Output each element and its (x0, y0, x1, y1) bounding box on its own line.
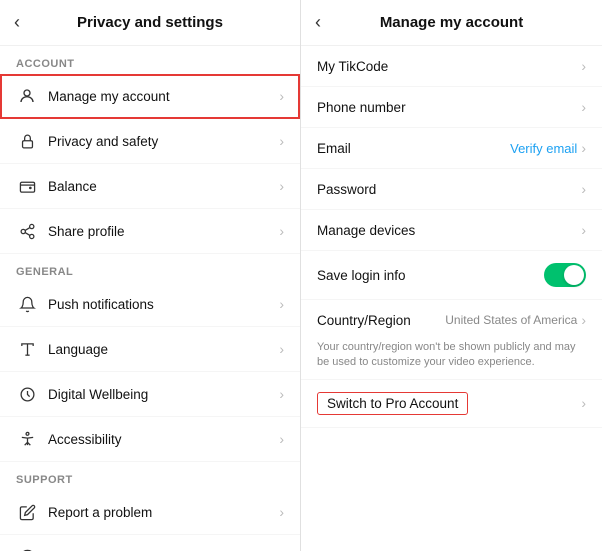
section-label-general: GENERAL (0, 254, 300, 282)
save-login-info-label: Save login info (317, 268, 544, 283)
left-panel-title: Privacy and settings (77, 14, 223, 31)
section-label-account: ACCOUNT (0, 46, 300, 74)
manage-devices-label: Manage devices (317, 223, 581, 238)
my-tikcode-label: My TikCode (317, 59, 581, 74)
chevron-icon: › (581, 222, 586, 238)
phone-number-label: Phone number (317, 100, 581, 115)
accessibility-icon (16, 428, 38, 450)
menu-item-accessibility[interactable]: Accessibility › (0, 417, 300, 462)
menu-item-help-center[interactable]: Help Center › (0, 535, 300, 551)
manage-my-account-label: Manage my account (48, 89, 279, 104)
chevron-icon: › (279, 178, 284, 194)
chevron-icon: › (279, 296, 284, 312)
pencil-icon (16, 501, 38, 523)
language-label: Language (48, 342, 279, 357)
menu-item-privacy-safety[interactable]: Privacy and safety › (0, 119, 300, 164)
menu-item-digital-wellbeing[interactable]: Digital Wellbeing › (0, 372, 300, 417)
push-notifications-label: Push notifications (48, 297, 279, 312)
chevron-icon: › (581, 99, 586, 115)
menu-item-manage-my-account[interactable]: Manage my account › (0, 74, 300, 119)
wallet-icon (16, 175, 38, 197)
chevron-icon: › (279, 341, 284, 357)
chevron-icon: › (581, 181, 586, 197)
right-item-country-region[interactable]: Country/Region United States of America … (301, 300, 602, 380)
menu-item-share-profile[interactable]: Share profile › (0, 209, 300, 254)
section-label-support: SUPPORT (0, 462, 300, 490)
share-icon (16, 220, 38, 242)
right-item-email[interactable]: Email Verify email › (301, 128, 602, 169)
chevron-icon: › (581, 312, 586, 328)
chevron-icon: › (581, 140, 586, 156)
right-item-phone-number[interactable]: Phone number › (301, 87, 602, 128)
clock-icon (16, 383, 38, 405)
right-panel: ‹ Manage my account My TikCode › Phone n… (301, 0, 602, 551)
country-region-value: United States of America (445, 313, 577, 327)
lock-icon (16, 130, 38, 152)
chevron-icon: › (279, 386, 284, 402)
right-back-button[interactable]: ‹ (315, 12, 321, 33)
left-panel: ‹ Privacy and settings ACCOUNT Manage my… (0, 0, 301, 551)
share-profile-label: Share profile (48, 224, 279, 239)
bell-icon (16, 293, 38, 315)
country-region-label: Country/Region (317, 313, 445, 328)
accessibility-label: Accessibility (48, 432, 279, 447)
menu-item-balance[interactable]: Balance › (0, 164, 300, 209)
switch-pro-account-label: Switch to Pro Account (317, 392, 468, 415)
email-label: Email (317, 141, 510, 156)
report-problem-label: Report a problem (48, 505, 279, 520)
chevron-icon: › (581, 395, 586, 411)
privacy-safety-label: Privacy and safety (48, 134, 279, 149)
right-panel-title: Manage my account (380, 14, 523, 31)
person-icon (16, 85, 38, 107)
chevron-icon: › (279, 133, 284, 149)
chevron-icon: › (279, 223, 284, 239)
chevron-icon: › (279, 504, 284, 520)
country-region-note: Your country/region won't be shown publi… (317, 340, 586, 379)
right-item-manage-devices[interactable]: Manage devices › (301, 210, 602, 251)
right-item-switch-pro-account[interactable]: Switch to Pro Account › (301, 380, 602, 428)
menu-item-language[interactable]: Language › (0, 327, 300, 372)
right-item-my-tikcode[interactable]: My TikCode › (301, 46, 602, 87)
menu-item-report-problem[interactable]: Report a problem › (0, 490, 300, 535)
font-icon (16, 338, 38, 360)
save-login-toggle[interactable] (544, 263, 586, 287)
right-item-password[interactable]: Password › (301, 169, 602, 210)
balance-label: Balance (48, 179, 279, 194)
digital-wellbeing-label: Digital Wellbeing (48, 387, 279, 402)
chevron-icon: › (581, 58, 586, 74)
left-back-button[interactable]: ‹ (14, 12, 20, 33)
right-item-save-login-info[interactable]: Save login info (301, 251, 602, 300)
left-panel-header: ‹ Privacy and settings (0, 0, 300, 46)
verify-email-value: Verify email (510, 141, 577, 156)
menu-item-push-notifications[interactable]: Push notifications › (0, 282, 300, 327)
right-panel-header: ‹ Manage my account (301, 0, 602, 46)
help-icon (16, 546, 38, 551)
chevron-icon: › (279, 431, 284, 447)
password-label: Password (317, 182, 581, 197)
chevron-icon: › (279, 88, 284, 104)
